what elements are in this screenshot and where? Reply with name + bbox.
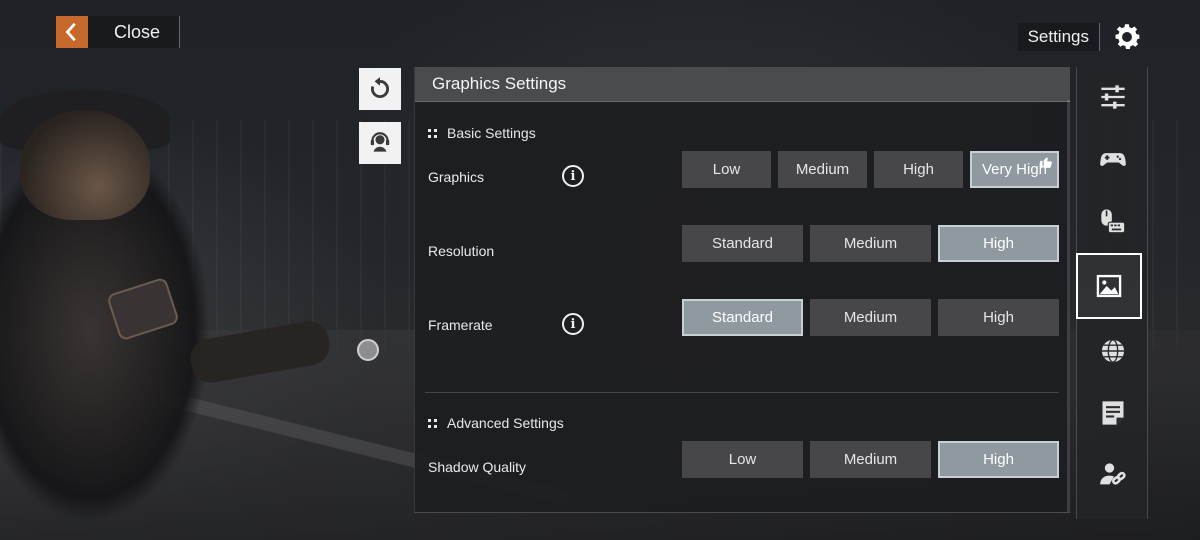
info-icon[interactable]: i bbox=[562, 313, 584, 335]
framerate-option-medium[interactable]: Medium bbox=[810, 299, 931, 336]
panel-scrollbar[interactable] bbox=[1067, 100, 1070, 512]
settings-header: Settings bbox=[1017, 18, 1144, 56]
player-head bbox=[20, 110, 150, 220]
settings-title: Settings bbox=[1017, 23, 1100, 51]
advanced-settings-heading: Advanced Settings bbox=[428, 415, 564, 431]
nav-account[interactable] bbox=[1077, 445, 1149, 505]
section-divider bbox=[425, 392, 1059, 393]
chevron-left-icon bbox=[65, 22, 76, 42]
framerate-option-high[interactable]: High bbox=[938, 299, 1059, 336]
panel-header: Graphics Settings bbox=[415, 67, 1070, 102]
settings-category-nav bbox=[1076, 67, 1148, 519]
reset-icon bbox=[371, 77, 389, 98]
graphics-options: Low Medium High Very High bbox=[682, 151, 1059, 188]
nav-terms[interactable] bbox=[1077, 383, 1149, 443]
close-control[interactable]: Close bbox=[56, 16, 180, 48]
graphics-option-high[interactable]: High bbox=[874, 151, 963, 188]
basic-settings-heading: Basic Settings bbox=[428, 125, 536, 141]
info-icon[interactable]: i bbox=[562, 165, 584, 187]
graphics-option-very-high[interactable]: Very High bbox=[970, 151, 1059, 188]
resolution-option-high[interactable]: High bbox=[938, 225, 1059, 262]
resolution-options: Standard Medium High bbox=[682, 225, 1059, 262]
gear-icon bbox=[1115, 24, 1141, 50]
section-dots-icon bbox=[428, 418, 437, 428]
shadow-quality-label: Shadow Quality bbox=[428, 459, 527, 475]
headset-icon bbox=[370, 132, 390, 152]
nav-language[interactable] bbox=[1077, 321, 1149, 381]
graphics-option-low[interactable]: Low bbox=[682, 151, 771, 188]
graphics-label: Graphics bbox=[428, 169, 485, 185]
mouse-keyboard-icon bbox=[1101, 209, 1126, 234]
advanced-settings-label: Advanced Settings bbox=[447, 415, 564, 431]
basic-settings-label: Basic Settings bbox=[447, 125, 536, 141]
nav-graphics[interactable] bbox=[1076, 253, 1142, 319]
shadow-option-low[interactable]: Low bbox=[682, 441, 803, 478]
graphics-settings-panel: Graphics Settings Basic Settings Graphic… bbox=[414, 67, 1070, 513]
close-label[interactable]: Close bbox=[114, 22, 160, 43]
shadow-option-high[interactable]: High bbox=[938, 441, 1059, 478]
support-button[interactable] bbox=[359, 122, 401, 164]
resolution-option-standard[interactable]: Standard bbox=[682, 225, 803, 262]
back-button[interactable] bbox=[56, 16, 88, 48]
thumbs-up-icon bbox=[1040, 157, 1052, 168]
slider-handle[interactable] bbox=[357, 339, 379, 361]
image-icon bbox=[1096, 274, 1122, 298]
document-icon bbox=[1102, 401, 1124, 425]
sliders-icon bbox=[1101, 85, 1125, 109]
account-link-icon bbox=[1100, 463, 1126, 485]
nav-general[interactable] bbox=[1077, 67, 1149, 127]
graphics-option-very-high-label: Very High bbox=[981, 161, 1048, 178]
shadow-quality-options: Low Medium High bbox=[682, 441, 1059, 478]
nav-controls[interactable] bbox=[1077, 129, 1149, 189]
reset-button[interactable] bbox=[359, 68, 401, 110]
graphics-option-medium[interactable]: Medium bbox=[778, 151, 867, 188]
panel-title: Graphics Settings bbox=[432, 74, 567, 93]
shadow-option-medium[interactable]: Medium bbox=[810, 441, 931, 478]
framerate-option-standard[interactable]: Standard bbox=[682, 299, 803, 336]
section-dots-icon bbox=[428, 128, 437, 138]
framerate-options: Standard Medium High bbox=[682, 299, 1059, 336]
resolution-option-medium[interactable]: Medium bbox=[810, 225, 931, 262]
gamepad-icon bbox=[1100, 153, 1126, 166]
resolution-label: Resolution bbox=[428, 243, 495, 259]
globe-icon bbox=[1101, 339, 1125, 363]
framerate-label: Framerate bbox=[428, 317, 493, 333]
nav-mouse-keyboard[interactable] bbox=[1077, 191, 1149, 251]
